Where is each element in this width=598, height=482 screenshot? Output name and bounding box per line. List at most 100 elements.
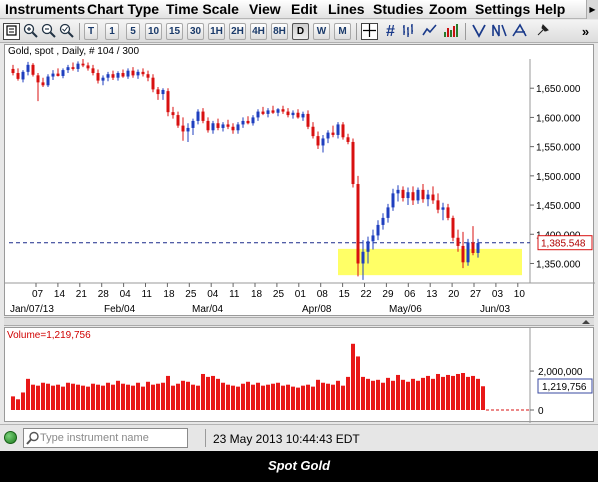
- volume-bar: [186, 381, 190, 410]
- menu-settings[interactable]: Settings: [475, 1, 530, 17]
- candle: [271, 105, 275, 114]
- candle: [296, 109, 300, 119]
- candle: [441, 202, 445, 221]
- volume-bar: [271, 383, 275, 410]
- candle: [96, 69, 100, 84]
- menu-help[interactable]: Help: [535, 1, 565, 17]
- collapse-arrow-icon[interactable]: [580, 318, 592, 326]
- y-tick-label: 1,500.000: [536, 172, 581, 183]
- candle-chart-icon[interactable]: [443, 23, 460, 40]
- fibonacci-tool-icon[interactable]: [511, 23, 528, 40]
- volume-bar: [346, 376, 350, 410]
- menu-scroll-icon[interactable]: ▶: [586, 0, 598, 19]
- candle: [26, 61, 30, 76]
- volume-bar: [176, 383, 180, 410]
- menu-zoom[interactable]: Zoom: [429, 1, 467, 17]
- x-tick-label: 10: [514, 289, 526, 300]
- select-tool-icon[interactable]: [3, 23, 20, 40]
- candle: [171, 106, 175, 119]
- chart-type-icon[interactable]: [401, 23, 418, 40]
- current-price-label: 1,385.548: [541, 239, 586, 250]
- volume-bar: [161, 382, 165, 410]
- volume-bar: [251, 384, 255, 410]
- period-10-button[interactable]: 10: [145, 23, 162, 40]
- period-m-button[interactable]: M: [334, 23, 351, 40]
- volume-bar: [201, 373, 205, 410]
- menu-lines[interactable]: Lines: [328, 1, 365, 17]
- candle: [456, 229, 460, 252]
- menu-instruments[interactable]: Instruments: [5, 1, 85, 17]
- candle: [336, 122, 340, 139]
- candle: [141, 68, 145, 77]
- period-4h-button[interactable]: 4H: [250, 23, 267, 40]
- line-chart-icon[interactable]: [421, 23, 438, 40]
- period-1-button[interactable]: 1: [105, 23, 119, 40]
- candle: [41, 77, 45, 88]
- toolbar-separator: [465, 23, 466, 40]
- instrument-search-box[interactable]: [23, 428, 188, 448]
- volume-tick-label: 0: [538, 406, 544, 417]
- volume-bar: [231, 385, 235, 410]
- draw-pin-icon[interactable]: [534, 23, 551, 40]
- zoom-in-icon[interactable]: [22, 23, 39, 40]
- volume-bar: [121, 383, 125, 410]
- volume-bar: [151, 384, 155, 410]
- volume-bar: [376, 379, 380, 410]
- candle: [231, 123, 235, 134]
- menu-view[interactable]: View: [249, 1, 281, 17]
- volume-bar: [311, 386, 315, 410]
- period-15-button[interactable]: 15: [166, 23, 183, 40]
- panel-splitter[interactable]: [4, 317, 594, 326]
- candle: [371, 229, 375, 250]
- price-chart-panel[interactable]: Gold, spot , Daily, # 104 / 300 1,650.00…: [4, 44, 595, 316]
- menu-time-scale[interactable]: Time Scale: [166, 1, 239, 17]
- grid-hash-icon[interactable]: #: [382, 23, 399, 40]
- menu-edit[interactable]: Edit: [291, 1, 317, 17]
- period-t-button[interactable]: T: [84, 23, 98, 40]
- candle: [16, 68, 20, 81]
- volume-panel[interactable]: Volume=1,219,756 2,000,000 0 1,219,756: [4, 327, 594, 423]
- channel-tool-icon[interactable]: [491, 23, 508, 40]
- crosshair-icon[interactable]: [361, 23, 378, 40]
- x-tick-label: 25: [273, 289, 285, 300]
- period-w-button[interactable]: W: [313, 23, 330, 40]
- candle: [451, 215, 455, 242]
- candle: [191, 118, 195, 135]
- x-tick-label: 08: [317, 289, 329, 300]
- trendline-tool-icon[interactable]: [471, 23, 488, 40]
- period-2h-button[interactable]: 2H: [229, 23, 246, 40]
- x-tick-label: 13: [426, 289, 438, 300]
- period-d-button[interactable]: D: [292, 23, 309, 40]
- zoom-fit-icon[interactable]: [58, 23, 75, 40]
- volume-bar: [191, 384, 195, 410]
- menu-chart-type[interactable]: Chart Type: [87, 1, 159, 17]
- x-tick-label: 25: [185, 289, 197, 300]
- candle: [401, 186, 405, 202]
- period-1h-button[interactable]: 1H: [208, 23, 225, 40]
- volume-bar: [281, 385, 285, 410]
- candle: [286, 108, 290, 118]
- zoom-out-icon[interactable]: [40, 23, 57, 40]
- price-chart-svg: 1,650.000 1,600.000 1,550.000 1,500.000 1,45…: [5, 59, 595, 315]
- x-tick-label: 07: [32, 289, 44, 300]
- menu-studies[interactable]: Studies: [373, 1, 424, 17]
- period-30-button[interactable]: 30: [187, 23, 204, 40]
- x-month-label: Jun/03: [480, 304, 510, 315]
- toolbar-more-icon[interactable]: »: [577, 23, 594, 40]
- candle: [321, 134, 325, 153]
- instrument-search-input[interactable]: [40, 430, 186, 446]
- search-icon: [26, 431, 40, 445]
- volume-bar: [276, 382, 280, 410]
- x-tick-label: 01: [295, 289, 307, 300]
- period-5-button[interactable]: 5: [126, 23, 140, 40]
- volume-bar: [326, 383, 330, 410]
- candle: [386, 203, 390, 223]
- volume-bar: [51, 385, 55, 410]
- candle: [31, 63, 35, 77]
- period-8h-button[interactable]: 8H: [271, 23, 288, 40]
- volume-bar: [436, 373, 440, 410]
- candle: [216, 118, 220, 131]
- candle: [66, 64, 70, 74]
- x-tick-label: 03: [492, 289, 504, 300]
- volume-bar: [136, 382, 140, 410]
